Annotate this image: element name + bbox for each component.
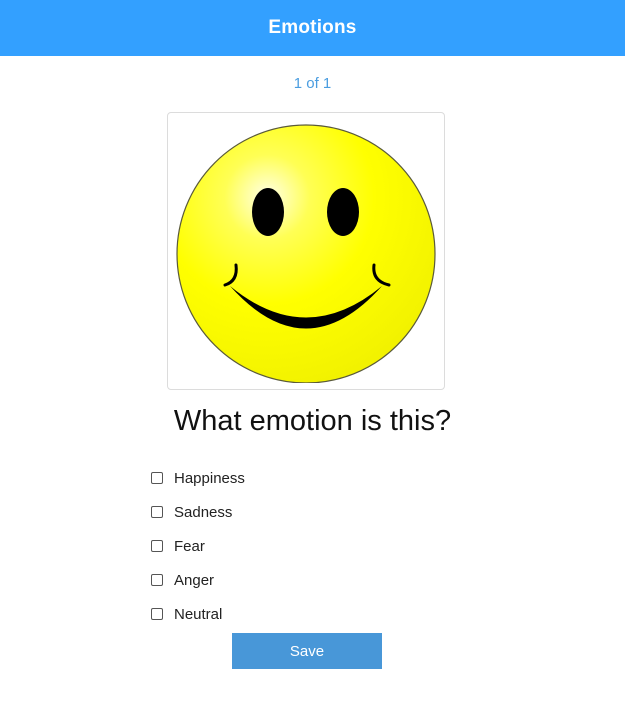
question-heading: What emotion is this? [173,405,452,437]
save-button[interactable]: Save [232,633,382,669]
left-eye [252,188,284,236]
checkbox[interactable] [151,574,163,586]
checkbox[interactable] [151,540,163,552]
page-title: Emotions [268,17,357,38]
option-label: Fear [174,537,205,555]
pager-counter: 1 of 1 [293,75,332,92]
face-circle [176,124,436,383]
emotion-image-card [167,112,445,390]
option-fear[interactable]: Fear [150,529,245,563]
smiley-face-icon [176,124,436,383]
right-eye [327,188,359,236]
checkbox[interactable] [151,472,163,484]
emotion-options: Happiness Sadness Fear Anger Neutral [150,461,245,631]
app-header: Emotions [0,0,625,56]
option-happiness[interactable]: Happiness [150,461,245,495]
option-sadness[interactable]: Sadness [150,495,245,529]
checkbox[interactable] [151,506,163,518]
option-anger[interactable]: Anger [150,563,245,597]
option-label: Anger [174,571,215,589]
option-neutral[interactable]: Neutral [150,597,245,631]
option-label: Happiness [174,469,245,487]
checkbox[interactable] [151,608,163,620]
option-label: Neutral [174,605,223,623]
option-label: Sadness [174,503,233,521]
